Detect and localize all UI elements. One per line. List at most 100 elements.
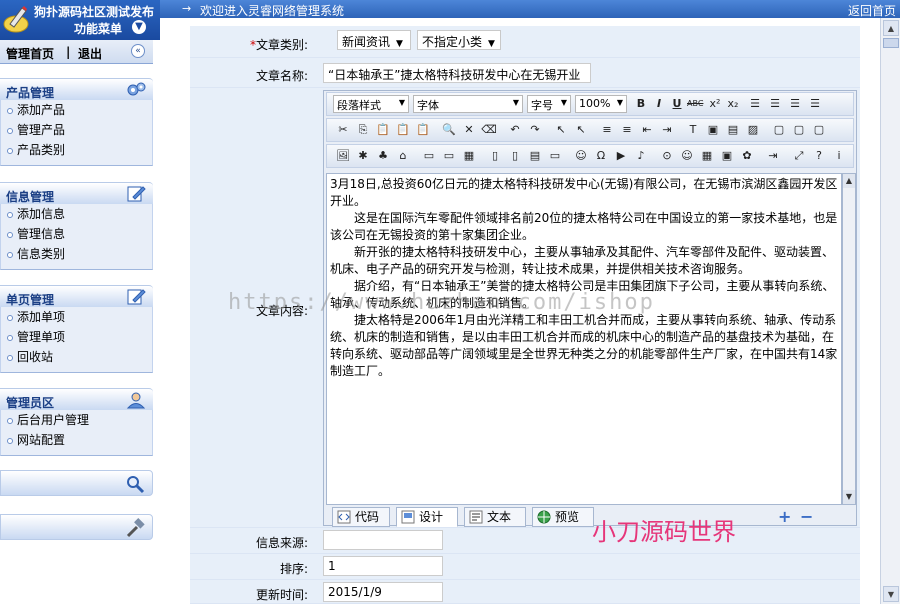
scroll-down-icon[interactable]: ▼ [883, 586, 899, 602]
page-scrollbar[interactable]: ▲ ▼ [880, 18, 900, 604]
justify-icon[interactable]: ☰ [807, 96, 823, 112]
scroll-up-icon[interactable]: ▲ [883, 20, 899, 36]
paragraph-style-select[interactable]: 段落样式 ▼ [333, 95, 409, 113]
strikethrough-icon[interactable]: ABC [687, 96, 703, 112]
insert-symbol-icon[interactable]: Ω [593, 148, 609, 164]
redo-icon[interactable]: ↷ [527, 122, 543, 138]
collapse-sidebar-icon[interactable]: « [131, 44, 145, 58]
subscript-icon[interactable]: x₂ [725, 96, 741, 112]
italic-icon[interactable]: I [651, 96, 667, 112]
insert-div-icon[interactable]: ▯ [487, 148, 503, 164]
tab-code[interactable]: 代码 [332, 507, 390, 527]
tab-preview[interactable]: 预览 [532, 507, 594, 527]
eraser-icon[interactable]: ⌫ [481, 122, 497, 138]
format-painter-icon[interactable]: ▤ [725, 122, 741, 138]
insert-date-icon[interactable]: ▦ [699, 148, 715, 164]
subcategory-select[interactable]: 不指定小类 ▼ [417, 30, 501, 50]
sidebar-item-product-categories[interactable]: 产品类别 [1, 141, 152, 161]
insert-video-icon[interactable]: ▶ [613, 148, 629, 164]
undo-icon[interactable]: ↶ [507, 122, 523, 138]
sidebar-item-site-config[interactable]: 网站配置 [1, 431, 152, 451]
sidebar-item-recycle-bin[interactable]: 回收站 [1, 348, 152, 368]
paste-icon[interactable]: 📋 [375, 122, 391, 138]
search-tool-box[interactable] [0, 470, 153, 496]
sidebar-item-manage-products[interactable]: 管理产品 [1, 121, 152, 141]
tools-box[interactable] [0, 514, 153, 540]
scroll-thumb[interactable] [883, 38, 899, 48]
insert-media-icon[interactable]: ♣ [375, 148, 391, 164]
page-break-icon[interactable]: ⇥ [765, 148, 781, 164]
source-input[interactable] [323, 530, 443, 550]
align-center-icon[interactable]: ☰ [767, 96, 783, 112]
fullscreen-icon[interactable]: ▢ [771, 122, 787, 138]
menu-group-header[interactable]: 产品管理 [0, 78, 153, 100]
expand-editor-icon[interactable]: + [778, 507, 791, 526]
show-borders-icon[interactable]: ▢ [791, 122, 807, 138]
paste-word-icon[interactable]: 📋 [415, 122, 431, 138]
sidebar-item-backend-users[interactable]: 后台用户管理 [1, 411, 152, 431]
menu-group-header[interactable]: 信息管理 [0, 182, 153, 204]
maximize-icon[interactable]: ⤢ [791, 148, 807, 164]
back-home-link[interactable]: 返回首页 [848, 2, 896, 19]
insert-hr-icon[interactable]: ▣ [719, 148, 735, 164]
order-input[interactable]: 1 [323, 556, 443, 576]
help-icon[interactable]: ? [811, 148, 827, 164]
superscript-icon[interactable]: x² [707, 96, 723, 112]
admin-home-link[interactable]: 管理首页 [6, 45, 54, 62]
tab-text[interactable]: 文本 [464, 507, 526, 527]
find-icon[interactable]: 🔍 [441, 122, 457, 138]
sidebar-item-info-categories[interactable]: 信息类别 [1, 245, 152, 265]
text-color-icon[interactable]: T [685, 122, 701, 138]
insert-audio-icon[interactable]: ♪ [633, 148, 649, 164]
update-time-input[interactable]: 2015/1/9 [323, 582, 443, 602]
paste-text-icon[interactable]: 📋 [395, 122, 411, 138]
shrink-editor-icon[interactable]: − [800, 507, 813, 526]
scroll-up-icon[interactable]: ▲ [843, 174, 855, 188]
insert-form-icon[interactable]: ▭ [441, 148, 457, 164]
select-all-icon[interactable]: ↖ [573, 122, 589, 138]
menu-group-header[interactable]: 单页管理 [0, 285, 153, 307]
insert-file-icon[interactable]: ⌂ [395, 148, 411, 164]
category-select[interactable]: 新闻资讯 ▼ [337, 30, 411, 50]
align-left-icon[interactable]: ☰ [747, 96, 763, 112]
align-right-icon[interactable]: ☰ [787, 96, 803, 112]
insert-marquee-icon[interactable]: ▤ [527, 148, 543, 164]
unordered-list-icon[interactable]: ≡ [619, 122, 635, 138]
editor-content-area[interactable]: 3月18日,总投资60亿日元的捷太格特科技研发中心(无锡)有限公司，在无锡市滨湖… [326, 173, 842, 505]
insert-flash-icon[interactable]: ✱ [355, 148, 371, 164]
info-icon[interactable]: i [831, 148, 847, 164]
sidebar-item-add-single-page[interactable]: 添加单项 [1, 308, 152, 328]
bold-icon[interactable]: B [633, 96, 649, 112]
tab-design[interactable]: 设计 [396, 507, 458, 527]
select-icon[interactable]: ↖ [553, 122, 569, 138]
zoom-select[interactable]: 100% ▼ [575, 95, 627, 113]
sidebar-item-manage-info[interactable]: 管理信息 [1, 225, 152, 245]
remove-format-icon[interactable]: ▨ [745, 122, 761, 138]
insert-button-icon[interactable]: ▭ [547, 148, 563, 164]
insert-smiley-icon[interactable]: ☺ [573, 148, 589, 164]
editor-scrollbar[interactable]: ▲ ▼ [842, 173, 856, 505]
sidebar-item-manage-single-pages[interactable]: 管理单项 [1, 328, 152, 348]
menu-toggle-icon[interactable]: ▼ [132, 20, 146, 34]
special-char-icon[interactable]: ✿ [739, 148, 755, 164]
logout-link[interactable]: 退出 [78, 45, 102, 62]
outdent-icon[interactable]: ⇤ [639, 122, 655, 138]
font-size-select[interactable]: 字号 ▼ [527, 95, 571, 113]
indent-icon[interactable]: ⇥ [659, 122, 675, 138]
underline-icon[interactable]: U [669, 96, 685, 112]
copy-icon[interactable]: ⎘ [355, 122, 371, 138]
delete-icon[interactable]: ✕ [461, 122, 477, 138]
ordered-list-icon[interactable]: ≡ [599, 122, 615, 138]
title-input[interactable]: “日本轴承王”捷太格特科技研发中心在无锡开业 [323, 63, 591, 83]
menu-group-header[interactable]: 管理员区 [0, 388, 153, 410]
insert-table-icon[interactable]: ▭ [421, 148, 437, 164]
insert-layer-icon[interactable]: ▯ [507, 148, 523, 164]
cut-icon[interactable]: ✂ [335, 122, 351, 138]
sidebar-item-add-product[interactable]: 添加产品 [1, 101, 152, 121]
scroll-down-icon[interactable]: ▼ [843, 490, 855, 504]
show-blocks-icon[interactable]: ▢ [811, 122, 827, 138]
bg-color-icon[interactable]: ▣ [705, 122, 721, 138]
insert-frame-icon[interactable]: ▦ [461, 148, 477, 164]
sidebar-item-add-info[interactable]: 添加信息 [1, 205, 152, 225]
insert-link-icon[interactable]: ⊙ [659, 148, 675, 164]
